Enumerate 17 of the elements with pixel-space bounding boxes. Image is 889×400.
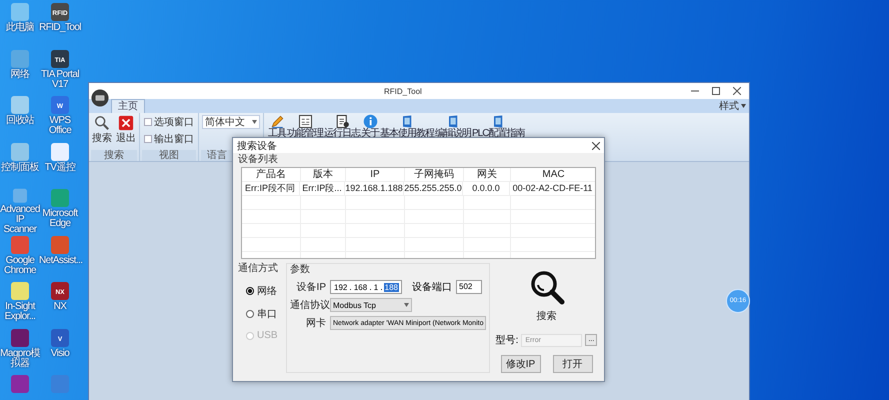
field-label: 设备IP — [296, 281, 326, 294]
section-title: 通信方式 — [238, 263, 279, 275]
window-title: RFID_Tool — [384, 86, 422, 96]
group-label: 搜索 — [91, 150, 137, 161]
table-cell: 192.168.1.188 — [345, 182, 404, 195]
dialog-title: 搜索设备 — [237, 140, 277, 152]
section-title: 参数 — [290, 264, 311, 276]
table-cell: Err:IP段... — [300, 182, 345, 195]
table-cell: 0.0.0.0 — [463, 182, 510, 195]
field-label: 设备端口 — [412, 280, 452, 294]
search-label: 搜索 — [536, 310, 556, 323]
table-cell: 00-02-A2-CD-FE-11 — [510, 182, 595, 195]
table-cell: Err:IP段不同 — [242, 182, 300, 195]
field-label: 型号: — [496, 334, 518, 347]
group-label: 视图 — [142, 150, 196, 161]
field-label: 网卡 — [305, 316, 326, 330]
table-cell: 255.255.255.0 — [404, 182, 463, 195]
